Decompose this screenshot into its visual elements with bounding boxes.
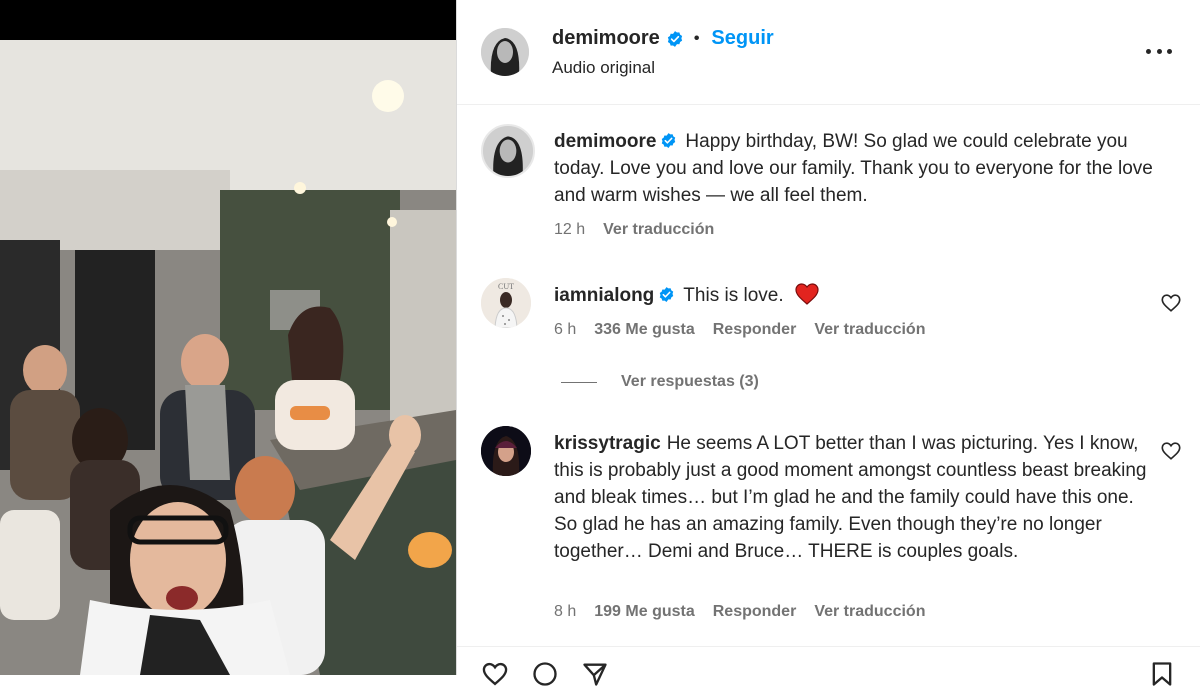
follow-button[interactable]: Seguir <box>711 27 773 50</box>
view-replies-button[interactable]: Ver respuestas (3) <box>561 373 759 391</box>
comment-time: 8 h <box>554 603 577 620</box>
comment-likes-count[interactable]: 336 Me gusta <box>594 321 694 339</box>
translate-link[interactable]: Ver traducción <box>814 603 925 621</box>
red-heart-emoji-icon <box>795 283 819 305</box>
verified-badge-icon <box>662 133 676 148</box>
caption-avatar[interactable] <box>481 124 535 178</box>
replies-line <box>561 381 597 383</box>
comment-meta: 6 h 336 Me gusta Responder Ver traducció… <box>554 321 925 339</box>
post-media[interactable] <box>0 0 456 675</box>
comment-body: krissytragic He seems A LOT better than I… <box>554 430 1154 565</box>
view-replies-label: Ver respuestas (3) <box>621 373 759 390</box>
reply-link[interactable]: Responder <box>713 603 797 621</box>
audio-label[interactable]: Audio original <box>552 58 655 78</box>
caption-time: 12 h <box>554 221 586 238</box>
comment-username[interactable]: iamnialong <box>554 285 677 306</box>
comment-text: This is love. <box>683 285 784 306</box>
comments-panel: demimoore • Seguir Audio original demimo… <box>457 0 1200 686</box>
caption-translate-link[interactable]: Ver traducción <box>603 221 714 239</box>
comment-meta: 8 h 199 Me gusta Responder Ver traducció… <box>554 603 925 621</box>
more-options-icon[interactable] <box>1146 38 1172 64</box>
header-user-row: demimoore • Seguir <box>552 27 774 50</box>
caption-body: demimoore Happy birthday, BW! So glad we … <box>554 128 1154 209</box>
bookmark-icon[interactable] <box>1148 660 1176 688</box>
post-photo <box>0 40 456 675</box>
comment-avatar[interactable] <box>481 426 531 476</box>
author-avatar[interactable] <box>481 28 529 76</box>
comment-body: iamnialong This is love. <box>554 282 1154 309</box>
comment-username[interactable]: krissytragic <box>554 433 661 454</box>
verified-badge-icon <box>667 30 682 47</box>
comment-icon[interactable] <box>531 660 559 688</box>
separator-dot: • <box>693 29 700 47</box>
reply-link[interactable]: Responder <box>713 321 797 339</box>
footer-divider <box>457 646 1200 647</box>
svg-text:CUT: CUT <box>498 282 514 291</box>
heart-outline-icon[interactable] <box>1160 292 1182 314</box>
post-header: demimoore • Seguir Audio original <box>457 0 1200 105</box>
comment-time: 6 h <box>554 321 577 338</box>
translate-link[interactable]: Ver traducción <box>814 321 925 339</box>
verified-badge-icon <box>660 287 674 302</box>
heart-outline-icon[interactable] <box>1160 440 1182 462</box>
action-bar <box>481 660 609 688</box>
comment-avatar[interactable]: CUT <box>481 278 531 328</box>
share-icon[interactable] <box>581 660 609 688</box>
header-username[interactable]: demimoore <box>552 27 660 50</box>
comment-likes-count[interactable]: 199 Me gusta <box>594 603 694 621</box>
caption-username[interactable]: demimoore <box>554 131 679 152</box>
like-icon[interactable] <box>481 660 509 688</box>
caption-meta: 12 h Ver traducción <box>554 221 714 239</box>
